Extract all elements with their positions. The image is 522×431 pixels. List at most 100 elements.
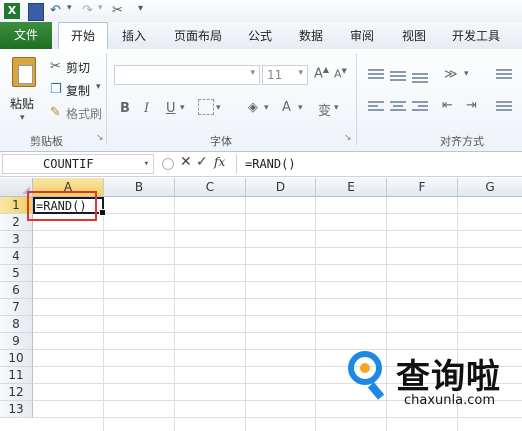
row-header-9[interactable]: 9 bbox=[0, 333, 33, 350]
font-size-combo[interactable]: 11 ▾ bbox=[262, 65, 308, 85]
italic-icon[interactable]: I bbox=[144, 101, 149, 116]
gridline bbox=[33, 281, 522, 282]
tab-data[interactable]: 数据 bbox=[299, 27, 323, 44]
enter-icon[interactable]: ✓ bbox=[196, 154, 208, 170]
format-painter-icon: ✎ bbox=[50, 105, 61, 120]
chevron-down-icon[interactable]: ▾ bbox=[334, 103, 339, 113]
clipboard-group-label: 剪贴板 bbox=[30, 135, 63, 148]
insert-function-icon[interactable]: fx bbox=[214, 155, 225, 169]
fill-handle[interactable] bbox=[99, 209, 106, 216]
divider bbox=[106, 53, 107, 145]
tab-developer[interactable]: 开发工具 bbox=[452, 27, 500, 44]
decrease-indent-icon[interactable]: ⇤ bbox=[442, 98, 453, 113]
chevron-down-icon[interactable]: ▾ bbox=[298, 103, 303, 113]
phonetic-icon[interactable]: 变 bbox=[318, 100, 331, 119]
undo-icon[interactable]: ↶ bbox=[50, 3, 66, 19]
tab-view[interactable]: 视图 bbox=[402, 27, 426, 44]
tab-review[interactable]: 审阅 bbox=[350, 27, 374, 44]
copy-label: 复制 bbox=[66, 84, 91, 98]
cancel-icon[interactable]: ✕ bbox=[180, 154, 192, 170]
name-box-value: COUNTIF bbox=[43, 157, 94, 171]
align-left-icon[interactable] bbox=[368, 101, 384, 113]
dialog-launcher-icon[interactable]: ↘ bbox=[96, 133, 104, 143]
row-header-6[interactable]: 6 bbox=[0, 282, 33, 299]
formula-bar: COUNTIF ▾ ✕ ✓ fx =RAND() bbox=[0, 152, 522, 177]
gridline bbox=[103, 197, 104, 431]
orientation-icon[interactable]: ≫ bbox=[444, 67, 458, 82]
tab-insert[interactable]: 插入 bbox=[122, 27, 146, 44]
clipboard-icon bbox=[12, 57, 36, 87]
row-header-7[interactable]: 7 bbox=[0, 299, 33, 316]
name-box[interactable]: COUNTIF ▾ bbox=[2, 154, 154, 174]
font-size-value: 11 bbox=[267, 68, 283, 82]
merge-center-icon[interactable] bbox=[496, 101, 512, 113]
col-header-c[interactable]: C bbox=[175, 178, 246, 197]
cut-label: 剪切 bbox=[66, 61, 91, 75]
row-header-4[interactable]: 4 bbox=[0, 248, 33, 265]
tools-icon[interactable]: ✂ bbox=[112, 3, 128, 19]
fill-color-icon[interactable]: ◈ bbox=[248, 100, 258, 115]
bold-icon[interactable]: B bbox=[120, 101, 130, 116]
tab-formulas[interactable]: 公式 bbox=[248, 27, 272, 44]
gridline bbox=[33, 213, 522, 214]
chevron-down-icon[interactable]: ▾ bbox=[98, 3, 106, 19]
chevron-down-icon[interactable]: ▾ bbox=[216, 103, 221, 113]
chevron-down-icon: ▾ bbox=[298, 68, 303, 78]
gridline bbox=[174, 197, 175, 431]
align-right-icon[interactable] bbox=[412, 101, 428, 113]
highlight-box bbox=[27, 191, 97, 221]
font-name-combo[interactable]: ▾ bbox=[114, 65, 260, 85]
watermark-domain: chaxunla.com bbox=[404, 393, 495, 408]
borders-icon[interactable] bbox=[198, 99, 214, 115]
align-bottom-icon[interactable] bbox=[412, 73, 428, 85]
row-header-5[interactable]: 5 bbox=[0, 265, 33, 282]
col-header-b[interactable]: B bbox=[104, 178, 175, 197]
align-top-icon[interactable] bbox=[368, 69, 384, 81]
paste-button[interactable]: 粘贴 ▾ bbox=[6, 55, 44, 123]
divider bbox=[356, 53, 357, 145]
row-header-3[interactable]: 3 bbox=[0, 231, 33, 248]
shrink-font-icon[interactable]: A▼ bbox=[334, 67, 347, 81]
dialog-launcher-icon[interactable]: ↘ bbox=[344, 133, 352, 143]
expand-handle-icon[interactable] bbox=[162, 158, 174, 170]
grow-font-icon[interactable]: A▲ bbox=[314, 65, 329, 81]
chevron-down-icon[interactable]: ▾ bbox=[67, 3, 75, 19]
tab-file[interactable]: 文件 bbox=[0, 22, 52, 49]
watermark-logo: 查询啦 chaxunla.com bbox=[344, 347, 520, 413]
col-header-f[interactable]: F bbox=[387, 178, 458, 197]
col-header-d[interactable]: D bbox=[246, 178, 316, 197]
formula-input[interactable]: =RAND() bbox=[236, 154, 522, 174]
row-header-10[interactable]: 10 bbox=[0, 350, 33, 367]
tab-home[interactable]: 开始 bbox=[58, 22, 108, 50]
col-header-e[interactable]: E bbox=[316, 178, 387, 197]
quick-access-toolbar: X ↶ ▾ ↷ ▾ ✂ ▾ bbox=[0, 0, 522, 23]
align-middle-icon[interactable] bbox=[390, 71, 406, 83]
chevron-down-icon[interactable]: ▾ bbox=[20, 113, 25, 123]
gridline bbox=[245, 197, 246, 431]
row-header-13[interactable]: 13 bbox=[0, 401, 33, 418]
underline-icon[interactable]: U bbox=[166, 101, 176, 116]
wrap-text-icon[interactable] bbox=[496, 69, 512, 81]
chevron-down-icon[interactable]: ▾ bbox=[96, 82, 101, 92]
col-header-g[interactable]: G bbox=[458, 178, 522, 197]
chevron-down-icon[interactable]: ▾ bbox=[180, 103, 185, 113]
ribbon-tabs: 文件 开始 插入 页面布局 公式 数据 审阅 视图 开发工具 bbox=[0, 22, 522, 50]
gridline bbox=[33, 315, 522, 316]
chevron-down-icon[interactable]: ▾ bbox=[464, 69, 469, 79]
redo-icon[interactable]: ↷ bbox=[82, 3, 98, 19]
row-header-12[interactable]: 12 bbox=[0, 384, 33, 401]
gridline bbox=[33, 417, 522, 418]
align-center-icon[interactable] bbox=[390, 101, 406, 113]
gridline bbox=[33, 264, 522, 265]
copy-icon: ❐ bbox=[50, 82, 62, 97]
increase-indent-icon[interactable]: ⇥ bbox=[466, 98, 477, 113]
gridline bbox=[33, 332, 522, 333]
font-color-icon[interactable]: A bbox=[282, 100, 291, 115]
excel-icon[interactable]: X bbox=[4, 3, 20, 19]
customize-qat-icon[interactable]: ▾ bbox=[138, 3, 148, 19]
chevron-down-icon[interactable]: ▾ bbox=[264, 103, 269, 113]
row-header-8[interactable]: 8 bbox=[0, 316, 33, 333]
row-header-11[interactable]: 11 bbox=[0, 367, 33, 384]
tab-page-layout[interactable]: 页面布局 bbox=[174, 27, 222, 44]
save-icon[interactable] bbox=[28, 3, 44, 21]
